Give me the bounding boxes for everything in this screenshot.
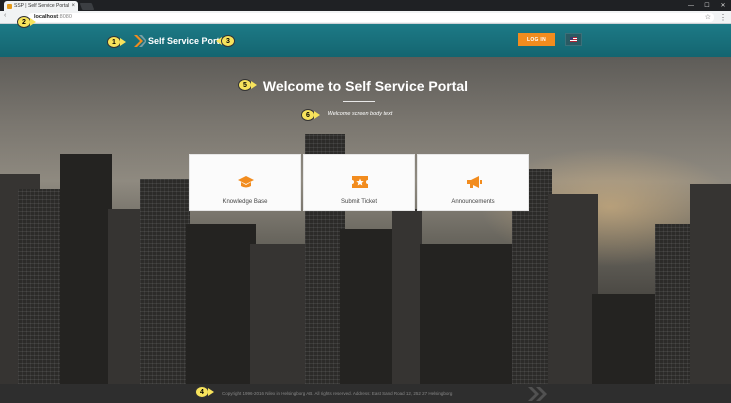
window-controls: — ☐ ✕: [683, 0, 731, 11]
hero-background: [0, 57, 731, 384]
footer: Copyright 1996-2016 Nilex in Helsingborg…: [0, 384, 731, 403]
close-tab-icon[interactable]: ×: [71, 3, 75, 9]
callout-2: 2: [17, 16, 36, 28]
star-icon[interactable]: ☆: [705, 13, 711, 22]
kebab-menu-icon[interactable]: ⋮: [719, 12, 727, 23]
callout-4: 4: [195, 386, 214, 398]
browser-tab-strip: SSP | Self Service Portal × — ☐ ✕: [0, 0, 731, 11]
announcements-card[interactable]: Announcements: [417, 154, 529, 211]
submit-ticket-card[interactable]: Submit Ticket: [303, 154, 415, 211]
ticket-star-icon: [352, 176, 368, 188]
us-flag-icon: [570, 37, 577, 42]
maximize-button[interactable]: ☐: [699, 0, 715, 11]
megaphone-icon: [467, 176, 482, 188]
new-tab-button[interactable]: [79, 3, 95, 10]
callout-1: 1: [107, 36, 126, 48]
callout-5: 5: [238, 79, 257, 91]
language-selector[interactable]: [565, 33, 582, 46]
url-text: localhost:8080: [34, 14, 72, 20]
card-label: Knowledge Base: [222, 199, 268, 205]
copyright-text: Copyright 1996-2016 Nilex in Helsingborg…: [222, 391, 453, 396]
url-input[interactable]: localhost:8080 ☆: [28, 13, 714, 22]
close-window-button[interactable]: ✕: [715, 0, 731, 11]
callout-3: 3: [216, 35, 235, 47]
footer-logo-icon: [528, 387, 547, 401]
card-label: Announcements: [451, 199, 495, 205]
welcome-title: Welcome to Self Service Portal: [262, 78, 469, 94]
favicon-icon: [7, 3, 12, 9]
minimize-button[interactable]: —: [683, 0, 699, 11]
knowledge-base-card[interactable]: Knowledge Base: [189, 154, 301, 211]
welcome-body-text: Welcome screen body text: [327, 111, 393, 117]
card-label: Submit Ticket: [340, 199, 377, 205]
address-bar: ‹ localhost:8080 ☆ ⋮: [0, 11, 731, 24]
login-button[interactable]: LOG IN: [518, 33, 555, 46]
title-divider: [343, 101, 375, 102]
tab-title: SSP | Self Service Portal: [14, 3, 70, 9]
back-arrow-icon[interactable]: ‹: [4, 12, 6, 19]
nilex-logo-icon: [134, 35, 146, 47]
graduation-cap-icon: [238, 176, 254, 188]
browser-tab[interactable]: SSP | Self Service Portal ×: [4, 1, 78, 11]
callout-6: 6: [301, 109, 320, 121]
